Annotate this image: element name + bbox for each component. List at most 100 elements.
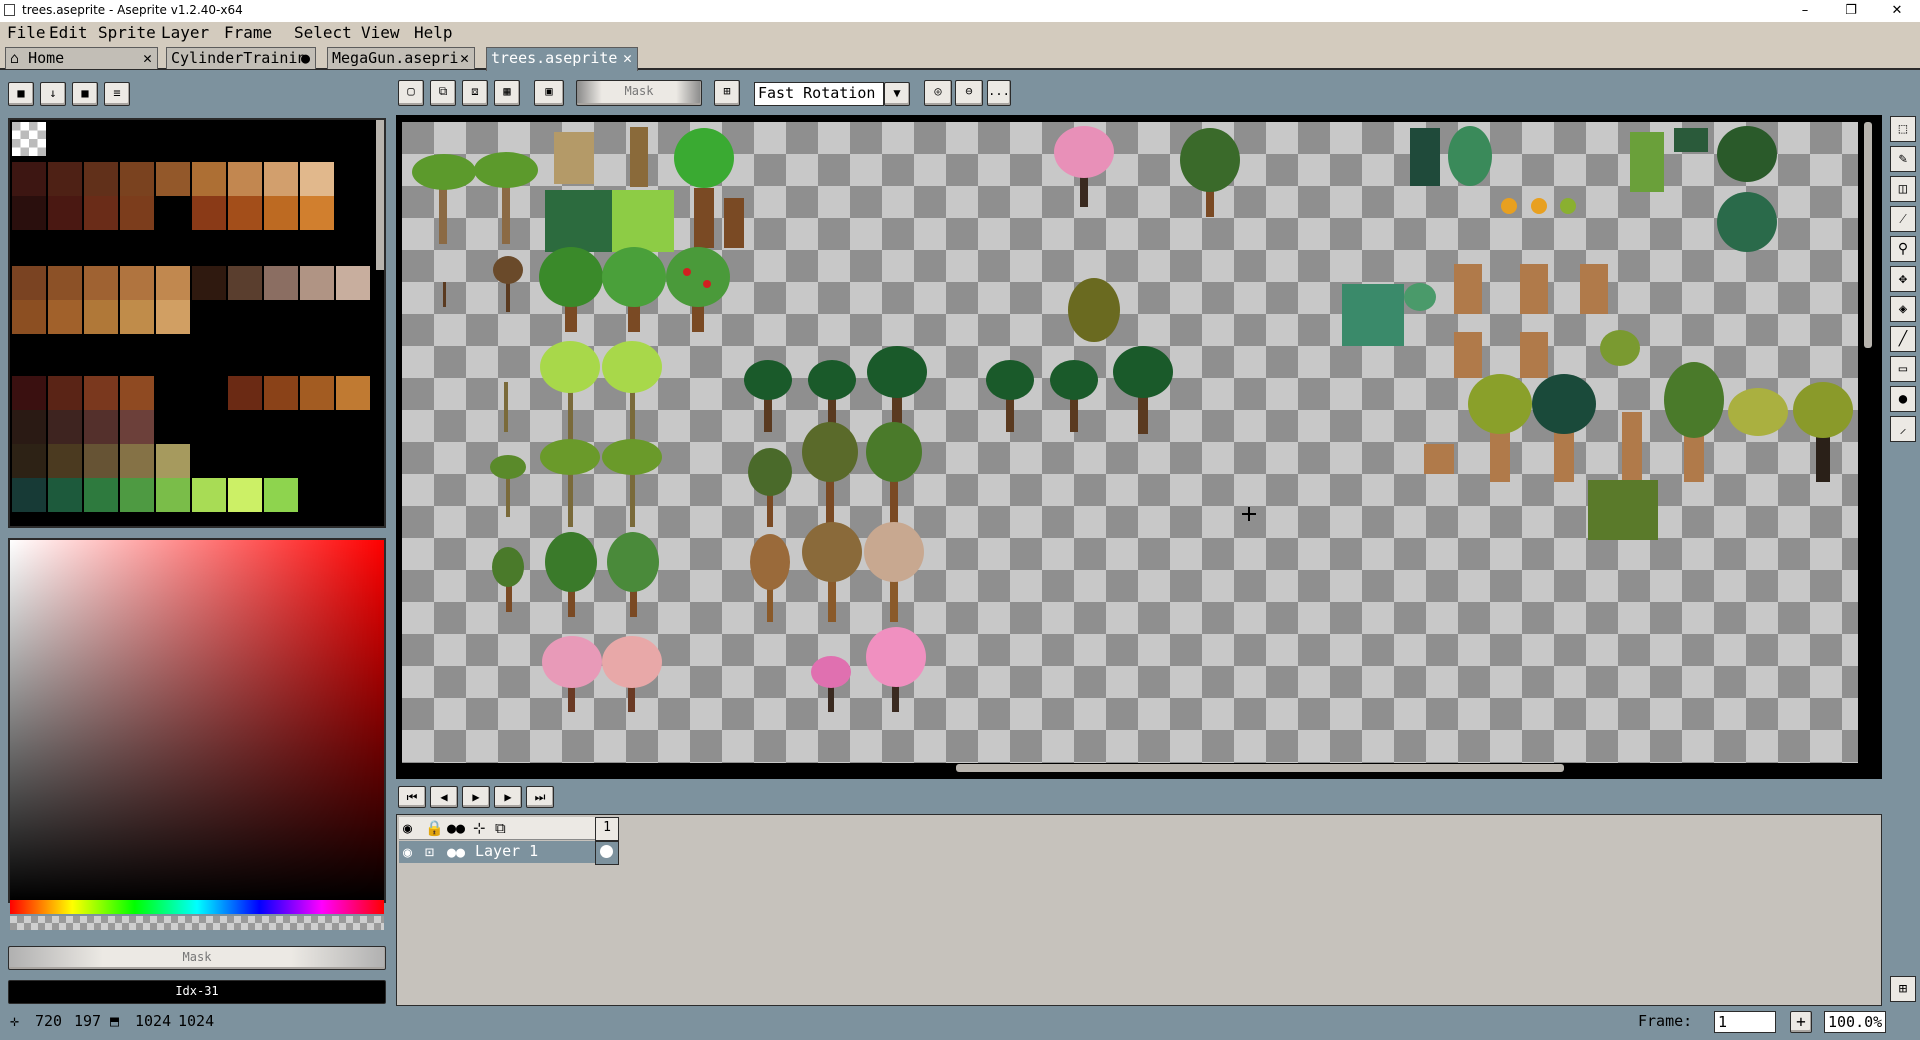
sprite-canvas[interactable] [402, 122, 1858, 763]
menu-edit[interactable]: Edit [49, 23, 88, 42]
lock-icon[interactable]: 🔒 [425, 819, 444, 837]
palette-swatch[interactable] [48, 376, 82, 410]
menu-view[interactable]: View [361, 23, 400, 42]
brush-icon[interactable]: ⸝ [1890, 416, 1916, 442]
lock-icon[interactable]: ■ [8, 82, 34, 106]
copy-icon[interactable]: ⧉ [495, 819, 506, 837]
canvas-hscroll[interactable] [956, 764, 1564, 772]
palette-swatch[interactable] [12, 410, 46, 444]
palette-swatch[interactable] [228, 196, 262, 230]
palette-swatch[interactable] [156, 266, 190, 300]
palette-swatch[interactable] [84, 444, 118, 478]
palette-swatch[interactable] [48, 266, 82, 300]
eye-icon[interactable]: ◉ [403, 843, 412, 861]
palette-swatch[interactable] [156, 162, 190, 196]
menu-frame[interactable]: Frame [224, 23, 272, 42]
eyedropper-icon[interactable]: ⁄ [1890, 206, 1916, 232]
modified-dot-icon[interactable]: ● [301, 48, 310, 68]
hue-slider[interactable] [10, 900, 384, 914]
palette-swatch[interactable] [264, 478, 298, 512]
first-frame-icon[interactable]: ⏮ [398, 786, 426, 808]
selection-subtract-icon[interactable]: ⧈ [462, 80, 488, 106]
minimize-button[interactable]: – [1782, 0, 1828, 22]
palette-swatch[interactable] [84, 196, 118, 230]
palette-swatch[interactable] [84, 478, 118, 512]
chevron-down-icon[interactable]: ▼ [884, 82, 910, 106]
palette-swatch[interactable] [84, 376, 118, 410]
palette-swatch[interactable] [12, 162, 46, 196]
palette-swatch[interactable] [156, 444, 190, 478]
palette-swatch[interactable] [336, 266, 370, 300]
more-button[interactable]: ... [987, 80, 1011, 106]
cel[interactable] [595, 841, 619, 865]
pencil-icon[interactable]: ✎ [1890, 146, 1916, 172]
palette-swatch[interactable] [12, 376, 46, 410]
zoom-input[interactable]: 100.0% [1824, 1011, 1886, 1033]
palette-swatch[interactable] [192, 162, 226, 196]
layer-row[interactable]: ◉ ⊡ ●● Layer 1 [399, 841, 595, 863]
eye-icon[interactable]: ◉ [403, 819, 412, 837]
lock-icon[interactable]: ⊡ [425, 843, 434, 861]
palette-swatch[interactable] [48, 444, 82, 478]
palette-swatch[interactable] [300, 162, 334, 196]
link-icon[interactable]: ●● [447, 843, 465, 861]
selection-intersect-icon[interactable]: ▦ [494, 80, 520, 106]
next-frame-icon[interactable]: ▶ [494, 786, 522, 808]
canvas-vscroll[interactable] [1864, 122, 1872, 348]
marquee-icon[interactable]: ⬚ [1890, 116, 1916, 142]
palette-swatch[interactable] [48, 300, 82, 334]
selection-replace-icon[interactable]: ▢ [398, 80, 424, 106]
transparent-color-icon[interactable]: ▣ [534, 80, 564, 106]
zoom-icon[interactable]: ⚲ [1890, 236, 1916, 262]
close-button[interactable]: ✕ [1874, 0, 1920, 22]
palette-swatch[interactable] [300, 266, 334, 300]
palette-swatch[interactable] [336, 376, 370, 410]
palette-scrollbar[interactable] [376, 120, 384, 270]
prev-frame-icon[interactable]: ◀ [430, 786, 458, 808]
palette-swatch[interactable] [48, 410, 82, 444]
line-icon[interactable]: ╱ [1890, 326, 1916, 352]
tab-trees[interactable]: trees.aseprite ✕ [486, 47, 638, 71]
download-icon[interactable]: ↓ [40, 82, 66, 106]
palette-swatch[interactable] [84, 162, 118, 196]
palette-swatch[interactable] [48, 196, 82, 230]
frame-input[interactable]: 1 [1714, 1011, 1776, 1033]
palette-swatch[interactable] [228, 376, 262, 410]
palette-swatch[interactable] [156, 478, 190, 512]
close-tab-icon[interactable]: ✕ [460, 48, 469, 68]
mask-button[interactable]: Mask [576, 80, 702, 106]
menu-layer[interactable]: Layer [161, 23, 209, 42]
palette-swatch[interactable] [84, 300, 118, 334]
link-icon[interactable]: ●● [447, 819, 465, 837]
add-frame-button[interactable]: + [1790, 1011, 1812, 1033]
palette-swatch[interactable] [48, 478, 82, 512]
tab-home[interactable]: ⌂ Home ✕ [5, 47, 158, 69]
palette-swatch[interactable] [120, 162, 154, 196]
palette-swatch[interactable] [156, 300, 190, 334]
layer-name[interactable]: Layer 1 [475, 842, 538, 860]
transparent-swatch[interactable] [12, 122, 46, 156]
layer-tree-icon[interactable]: ⊹ [473, 819, 486, 837]
color-index-button[interactable]: Idx-31 [8, 980, 386, 1004]
tab-cylinder[interactable]: CylinderTrainin ● [166, 47, 316, 69]
menu-help[interactable]: Help [414, 23, 453, 42]
palette-swatch[interactable] [192, 478, 226, 512]
move-icon[interactable]: ✥ [1890, 266, 1916, 292]
close-tab-icon[interactable]: ✕ [143, 48, 152, 68]
eraser-icon[interactable]: ◫ [1890, 176, 1916, 202]
menu-file[interactable]: File [7, 23, 46, 42]
palette-swatch[interactable] [120, 300, 154, 334]
palette-swatch[interactable] [84, 410, 118, 444]
palette-swatch[interactable] [12, 266, 46, 300]
drop-pixels-icon[interactable]: ◎ [924, 80, 952, 106]
palette-swatch[interactable] [120, 444, 154, 478]
palette-swatch[interactable] [264, 162, 298, 196]
color-palette[interactable] [8, 118, 386, 528]
palette-swatch[interactable] [12, 196, 46, 230]
last-frame-icon[interactable]: ⏭ [526, 786, 554, 808]
maximize-button[interactable]: ❐ [1828, 0, 1874, 22]
palette-swatch[interactable] [12, 300, 46, 334]
palette-swatch[interactable] [300, 196, 334, 230]
palette-swatch[interactable] [48, 162, 82, 196]
alpha-slider[interactable] [10, 916, 384, 930]
